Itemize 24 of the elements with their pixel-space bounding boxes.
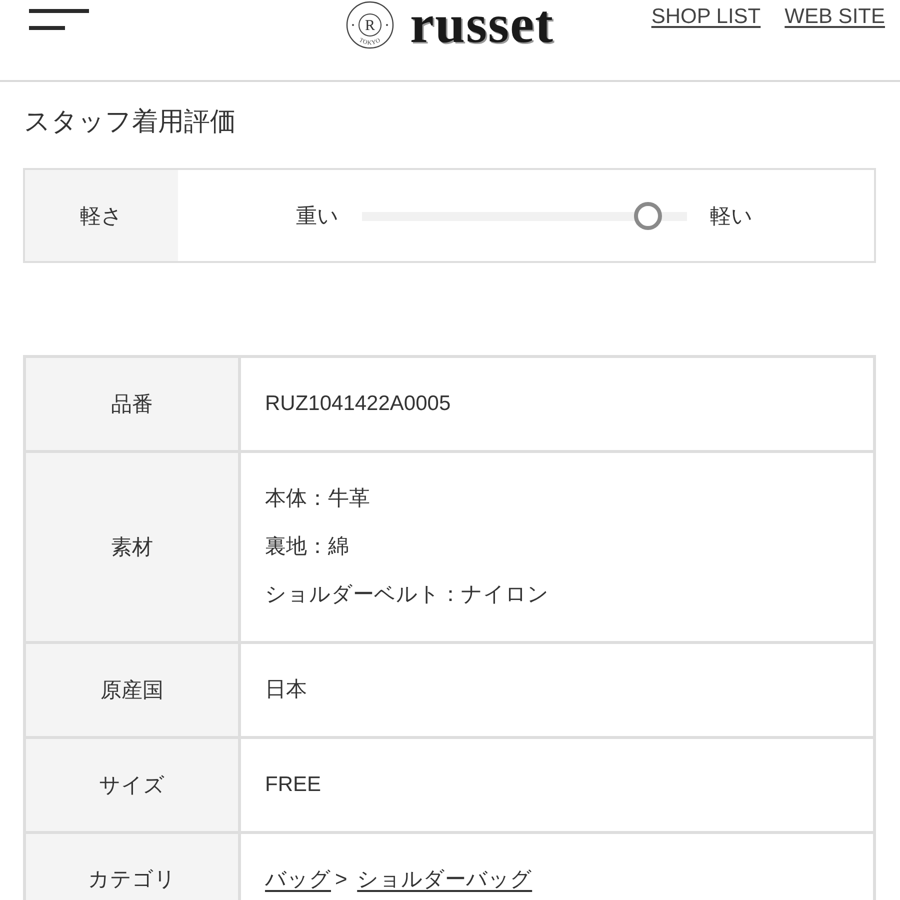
- section-title: スタッフ着用評価: [24, 105, 237, 138]
- header-link[interactable]: WEB SITE: [784, 3, 885, 31]
- logo-letter: R: [365, 18, 375, 34]
- rating-label: 軽さ: [25, 170, 178, 261]
- cell-text: FREE: [265, 773, 322, 796]
- brand-wordmark: russet: [410, 1, 554, 47]
- cell-text: 裏地：綿: [265, 535, 349, 558]
- label-cell: サイズ: [26, 739, 241, 831]
- cell-text: RUZ1041422A0005: [265, 392, 451, 415]
- label-cell: カテゴリ: [26, 834, 241, 900]
- scale-max-label: 軽い: [710, 204, 753, 230]
- emblem-ring-icon: [346, 1, 394, 49]
- cell-text: 本体：牛革: [265, 487, 370, 510]
- category-link[interactable]: ショルダーバッグ: [357, 868, 532, 891]
- label-cell: 素材: [26, 453, 241, 641]
- category-link[interactable]: バッグ: [265, 868, 331, 891]
- label-cell: 原産国: [26, 644, 241, 736]
- cell-text: ショルダーベルト：ナイロン: [265, 583, 549, 606]
- scale-min-label: 重い: [296, 204, 339, 230]
- menu-icon[interactable]: [29, 9, 89, 30]
- label-cell: 品番: [26, 358, 241, 450]
- breadcrumb-separator: >: [335, 868, 348, 891]
- cell-text: 日本: [265, 678, 307, 701]
- header-link[interactable]: SHOP LIST: [651, 3, 761, 31]
